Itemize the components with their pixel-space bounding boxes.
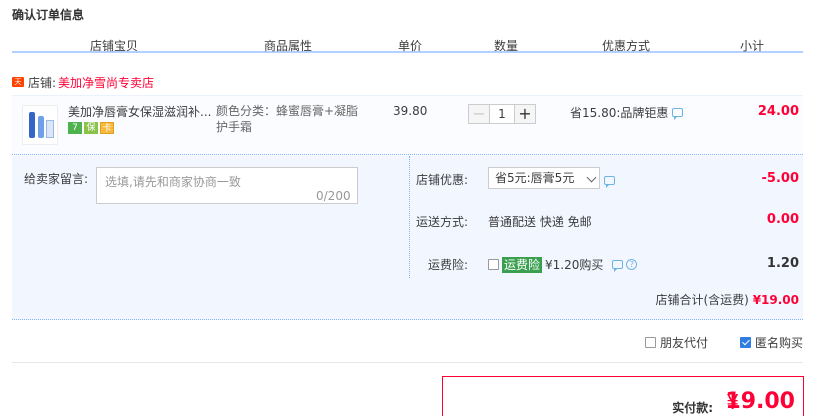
col-header-item: 店铺宝贝: [90, 39, 139, 53]
col-header-attr: 商品属性: [264, 39, 313, 53]
coupon-label: 店铺优惠:: [416, 173, 469, 187]
message-label: 给卖家留言:: [24, 172, 89, 186]
shop-label: 店铺:: [28, 75, 57, 90]
shop-total-amount: ¥19.00: [752, 293, 799, 307]
shop-total: 店铺合计(含运费) ¥19.00: [655, 291, 799, 308]
tmall-icon: 天猫: [12, 77, 24, 96]
item-subtotal: 24.00: [757, 104, 799, 119]
anonymous-checkbox[interactable]: [740, 337, 751, 348]
chat-icon[interactable]: [604, 176, 615, 188]
anonymous-label: 匿名购买: [755, 336, 804, 350]
promo-text: 省15.80:品牌钜惠: [570, 106, 669, 120]
message-char-count: 0/200: [316, 189, 351, 203]
qty-minus-button[interactable]: −: [468, 104, 490, 124]
insurance-label: 运费险:: [428, 258, 469, 272]
friend-pay-checkbox[interactable]: [645, 337, 656, 348]
col-header-qty: 数量: [494, 39, 519, 53]
friend-pay-label: 朋友代付: [660, 336, 709, 350]
insurance-checkbox[interactable]: [488, 259, 499, 270]
insurance-price: ¥1.20购买: [545, 258, 604, 272]
col-header-promo: 优惠方式: [602, 39, 651, 53]
payment-label: 实付款:: [672, 401, 713, 415]
qty-plus-button[interactable]: +: [514, 104, 536, 124]
friend-pay-option[interactable]: 朋友代付: [645, 334, 708, 351]
shop-row: 天猫 店铺: 美加净雪尚专卖店: [12, 73, 154, 96]
shipping-label: 运送方式:: [416, 215, 469, 229]
chat-icon[interactable]: [672, 108, 684, 120]
message-placeholder: 选填,请先和商家协商一致: [105, 175, 241, 189]
anonymous-buy-option[interactable]: 匿名购买: [740, 334, 803, 351]
page-title: 确认订单信息: [12, 8, 85, 22]
shipping-value: 0.00: [766, 212, 799, 227]
shop-total-label: 店铺合计(含运费): [655, 293, 749, 307]
seven-day-return-icon[interactable]: 7: [68, 122, 82, 134]
service-icons: 7 保 卡: [68, 122, 114, 134]
coupon-selected-value: 省5元:唇膏5元: [495, 171, 575, 185]
help-icon[interactable]: ?: [626, 259, 638, 270]
chevron-down-icon: [586, 172, 597, 183]
product-name-link[interactable]: 美加净唇膏女保湿滋润补...: [68, 103, 212, 120]
guarantee-icon[interactable]: 保: [84, 122, 98, 134]
shop-name-link[interactable]: 美加净雪尚专卖店: [58, 74, 154, 91]
product-attribute: 颜色分类：蜂蜜唇膏+凝脂护手霜: [216, 104, 359, 134]
insurance-badge: 运费险: [502, 256, 543, 273]
quantity-stepper: − 1 +: [468, 104, 536, 124]
payment-amount: 19.00: [725, 389, 795, 414]
divider: [12, 362, 803, 363]
col-header-subtotal: 小计: [740, 39, 765, 53]
credit-card-icon[interactable]: 卡: [100, 122, 114, 134]
insurance-option: 运费险 ¥1.20购买 ?: [488, 256, 638, 273]
col-header-price: 单价: [398, 39, 423, 53]
table-header: 店铺宝贝 商品属性 单价 数量 优惠方式 小计: [12, 31, 803, 53]
coupon-value: -5.00: [761, 171, 799, 186]
shipping-method: 普通配送 快递 免邮: [488, 215, 592, 229]
insurance-value: 1.20: [766, 256, 799, 271]
product-thumbnail[interactable]: [22, 105, 58, 145]
coupon-select[interactable]: 省5元:唇膏5元: [488, 167, 600, 189]
qty-input[interactable]: 1: [490, 104, 514, 124]
unit-price: 39.80: [393, 104, 428, 118]
chat-icon[interactable]: [612, 260, 624, 272]
promo-info: 省15.80:品牌钜惠: [570, 104, 684, 121]
